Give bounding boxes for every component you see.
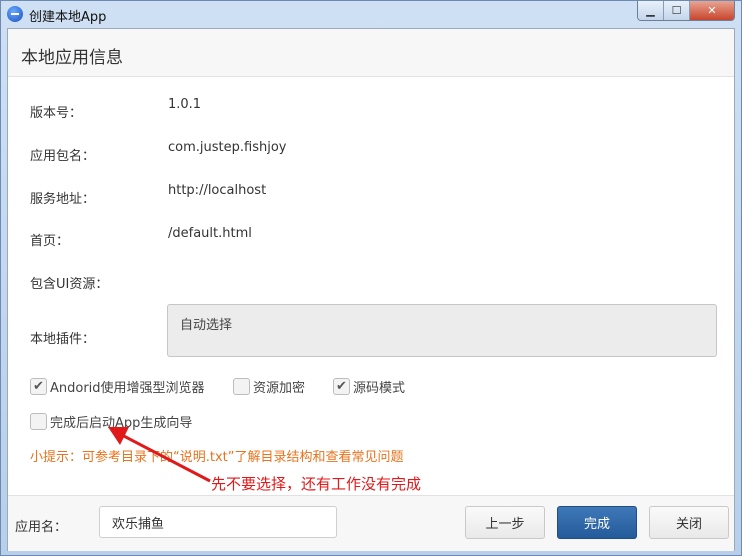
- annotation-text: 先不要选择，还有工作没有完成: [211, 475, 422, 493]
- prev-button[interactable]: 上一步: [465, 506, 545, 539]
- app-name-label: 应用名：: [15, 520, 68, 535]
- footer-bar: 应用名： 上一步 完成 关闭: [8, 495, 734, 551]
- annotation-arrow-icon: [108, 427, 211, 483]
- title-bar[interactable]: 创建本地App ▁ ☐ ✕: [1, 1, 741, 27]
- close-window-button[interactable]: ✕: [690, 1, 734, 20]
- maximize-button[interactable]: ☐: [664, 1, 690, 20]
- dialog-window: 创建本地App ▁ ☐ ✕ 本地应用信息 版本号： 1.0.1 应用包名： co…: [0, 0, 742, 556]
- window-title: 创建本地App: [29, 10, 107, 25]
- finish-button[interactable]: 完成: [557, 506, 637, 539]
- dialog-content: 本地应用信息 版本号： 1.0.1 应用包名： com.justep.fishj…: [7, 28, 735, 551]
- app-name-input[interactable]: [99, 506, 337, 538]
- close-button[interactable]: 关闭: [649, 506, 729, 539]
- app-logo-icon: [7, 6, 23, 22]
- minimize-button[interactable]: ▁: [638, 1, 664, 20]
- window-controls: ▁ ☐ ✕: [637, 1, 735, 21]
